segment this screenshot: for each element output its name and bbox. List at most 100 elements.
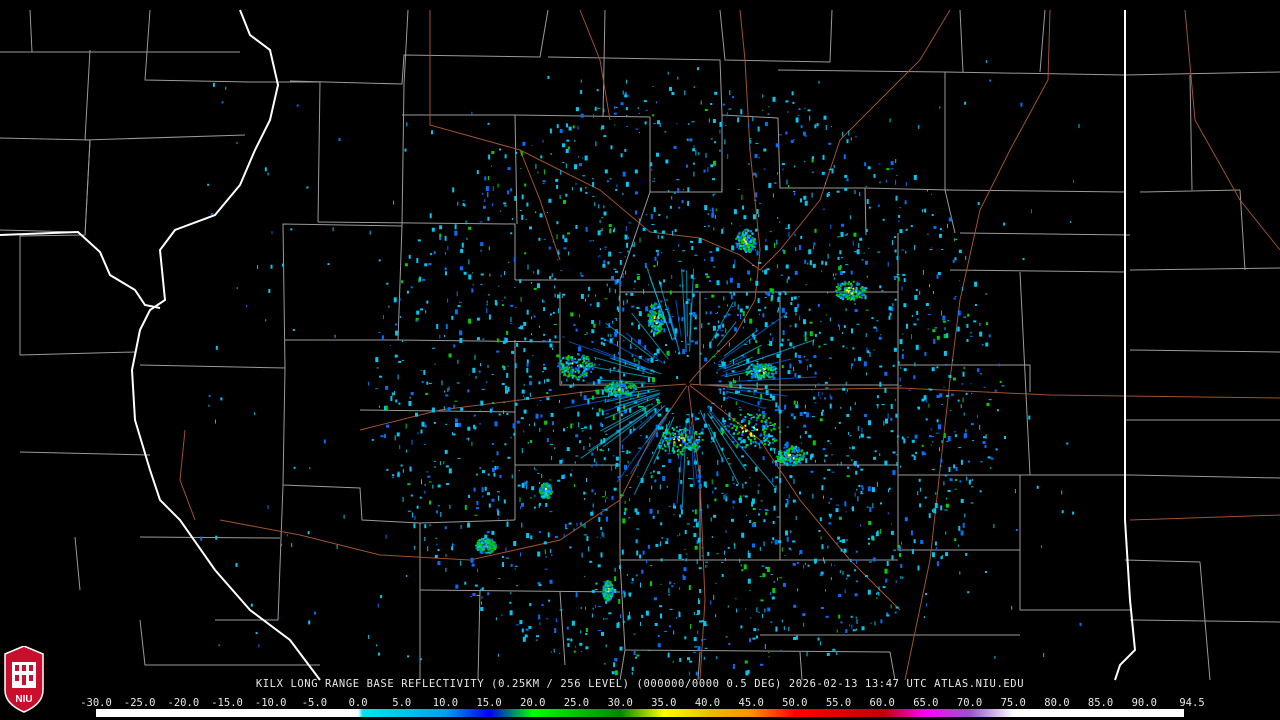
echo-pixel (410, 286, 413, 289)
echo-pixel (776, 239, 778, 245)
echo-pixel (549, 313, 552, 316)
echo-pixel (903, 278, 906, 283)
echo-pixel (634, 348, 637, 350)
echo-pixel (575, 225, 578, 229)
echo-pixel (932, 441, 934, 443)
echo-pixel (486, 531, 490, 534)
echo-pixel (735, 429, 737, 432)
echo-pixel (631, 672, 633, 675)
echo-pixel (657, 643, 661, 648)
echo-pixel (750, 414, 753, 417)
echo-pixel (701, 639, 703, 642)
echo-pixel (732, 96, 735, 99)
echo-pixel (664, 631, 667, 632)
echo-pixel (924, 496, 927, 499)
echo-pixel (475, 507, 479, 510)
echo-pixel (680, 437, 683, 440)
echo-pixel (812, 263, 816, 268)
echo-pixel (718, 364, 722, 366)
echo-pixel (419, 658, 422, 661)
echo-pixel (757, 309, 761, 312)
echo-pixel (616, 184, 618, 188)
echo-pixel (511, 350, 515, 354)
echo-pixel (596, 412, 600, 417)
echo-pixel (740, 109, 743, 115)
echo-pixel (743, 215, 747, 220)
echo-pixel (865, 309, 869, 311)
echo-pixel (576, 378, 580, 381)
echo-pixel (712, 325, 716, 331)
echo-pixel (808, 434, 812, 438)
echo-pixel (598, 408, 601, 413)
echo-pixel (473, 414, 476, 417)
echo-pixel (799, 491, 801, 495)
echo-pixel (533, 287, 537, 290)
echo-pixel (491, 498, 495, 502)
echo-pixel (803, 622, 805, 627)
echo-pixel (701, 438, 704, 441)
echo-pixel (485, 537, 488, 540)
echo-pixel (936, 335, 940, 340)
echo-pixel (935, 432, 939, 434)
echo-pixel (573, 323, 576, 326)
echo-pixel (466, 438, 469, 440)
echo-pixel (629, 498, 630, 501)
echo-pixel (307, 531, 310, 535)
echo-pixel (809, 115, 811, 121)
echo-pixel (828, 513, 832, 517)
echo-pixel (738, 247, 740, 250)
echo-pixel (503, 366, 506, 371)
echo-pixel (872, 503, 874, 509)
echo-pixel (478, 541, 481, 544)
echo-pixel (855, 135, 857, 138)
echo-pixel (977, 202, 980, 206)
echo-pixel (761, 109, 763, 111)
echo-pixel (949, 478, 953, 482)
echo-pixel (445, 423, 448, 425)
echo-pixel (842, 293, 845, 296)
echo-pixel (785, 441, 789, 447)
echo-pixel (911, 454, 915, 457)
echo-pixel (542, 299, 544, 303)
radar-site-marker (686, 382, 690, 386)
echo-pixel (467, 426, 471, 431)
echo-pixel (457, 457, 461, 459)
echo-pixel (838, 266, 842, 271)
echo-pixel (481, 538, 484, 541)
echo-pixel (811, 192, 813, 198)
echo-pixel (483, 205, 486, 209)
echo-pixel (582, 372, 585, 374)
echo-pixel (793, 296, 797, 300)
echo-pixel (392, 474, 395, 477)
county-line (402, 114, 651, 118)
echo-pixel (487, 492, 490, 496)
echo-pixel (562, 293, 565, 296)
echo-pixel (445, 394, 449, 397)
echo-pixel (498, 495, 499, 501)
echo-pixel (1003, 222, 1006, 226)
echo-pixel (548, 485, 551, 488)
echo-pixel (625, 125, 628, 127)
echo-pixel (752, 416, 755, 419)
echo-pixel (555, 178, 559, 182)
echo-pixel (887, 512, 889, 515)
echo-pixel (741, 532, 745, 538)
echo-pixel (750, 372, 753, 375)
echo-pixel (686, 553, 688, 555)
echo-pixel (603, 617, 605, 620)
echo-pixel (735, 401, 737, 406)
echo-pixel (603, 260, 606, 264)
echo-pixel (425, 310, 427, 314)
echo-pixel (710, 164, 714, 168)
echo-pixel (840, 296, 843, 299)
echo-pixel (716, 247, 719, 252)
echo-pixel (579, 440, 581, 444)
echo-pixel (791, 450, 794, 453)
county-line (19, 139, 91, 355)
echo-pixel (790, 302, 793, 306)
echo-pixel (794, 233, 796, 236)
echo-pixel (871, 317, 874, 320)
echo-pixel (843, 548, 847, 553)
echo-pixel (717, 459, 719, 465)
echo-pixel (773, 425, 776, 428)
